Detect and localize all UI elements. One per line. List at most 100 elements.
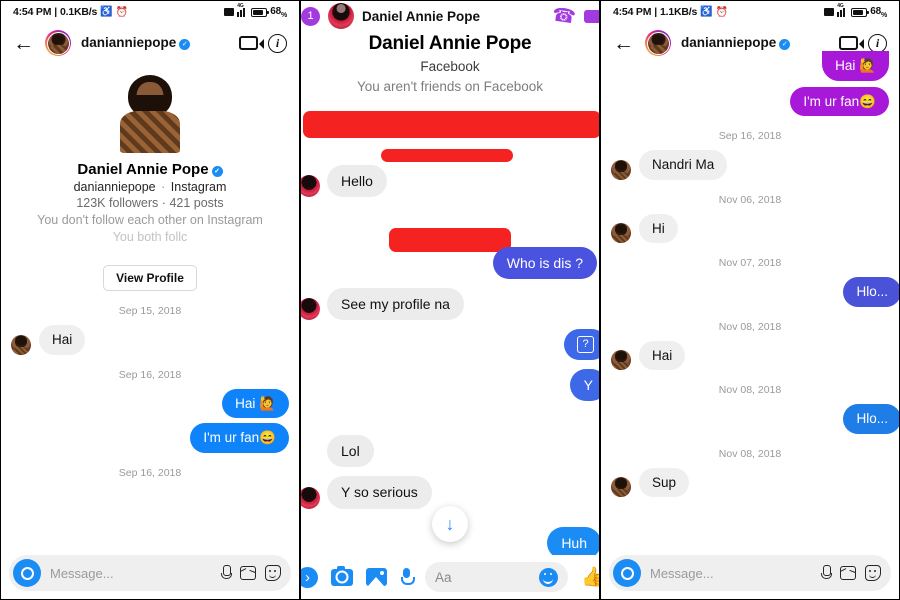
message-row: See my profile na bbox=[301, 288, 589, 321]
gallery-icon[interactable] bbox=[240, 566, 256, 580]
info-icon[interactable]: i bbox=[268, 33, 287, 53]
panel-instagram-profile: 4:54 PM | 0.1KB/s ♿ ⏰ 4G 68% ← daniannie… bbox=[0, 0, 300, 600]
message-bubble-incoming[interactable]: Hi bbox=[639, 213, 678, 244]
date-separator: Sep 15, 2018 bbox=[118, 305, 182, 318]
header-username[interactable]: danianniepope ✓ bbox=[81, 34, 191, 52]
profile-summary: Daniel Annie Pope ✓ danianniepope · Insta… bbox=[1, 63, 299, 292]
alarm-icon: ⏰ bbox=[715, 6, 728, 18]
date-separator: Nov 07, 2018 bbox=[718, 257, 782, 270]
scroll-to-bottom-arrow-icon[interactable]: ↓ bbox=[432, 506, 468, 542]
info-icon[interactable]: i bbox=[868, 33, 887, 53]
message-list: Sep 15, 2018 Hai Sep 16, 2018 Hai 🙋 I'm … bbox=[1, 305, 299, 479]
battery-icon bbox=[251, 7, 270, 17]
message-bubble-outgoing[interactable]: Hai 🙋 bbox=[222, 388, 289, 419]
message-bubble-incoming[interactable]: Hai bbox=[639, 340, 686, 371]
emoji-smiley-icon[interactable] bbox=[539, 567, 559, 587]
message-row: Nandri Ma bbox=[611, 150, 889, 180]
message-bubble-incoming[interactable]: Hello bbox=[327, 165, 387, 198]
date-separator: Nov 06, 2018 bbox=[718, 193, 782, 206]
panel-messenger-conversation: 1 Daniel Annie Pope ☎ Daniel Annie Pope … bbox=[300, 0, 600, 600]
status-time: 4:54 PM bbox=[613, 6, 652, 18]
date-separator: Nov 08, 2018 bbox=[718, 384, 782, 397]
date-separator: Nov 08, 2018 bbox=[718, 320, 782, 333]
message-list: Hai 🙋 I'm ur fan😄 Sep 16, 2018 Nandri Ma… bbox=[601, 51, 899, 502]
message-bubble-outgoing[interactable]: Who is dis ? bbox=[492, 247, 597, 280]
battery-icon bbox=[851, 7, 870, 17]
gallery-icon[interactable] bbox=[366, 568, 387, 586]
message-composer: › Aa 👍 bbox=[301, 555, 599, 599]
message-input[interactable]: Message... bbox=[650, 566, 811, 581]
avatar bbox=[11, 334, 31, 355]
phone-call-icon[interactable]: ☎ bbox=[551, 3, 578, 29]
message-bubble-outgoing[interactable]: Hlo... bbox=[843, 277, 899, 307]
avatar bbox=[611, 477, 631, 498]
message-row: I'm ur fan😄 bbox=[11, 423, 289, 453]
sim-card-icon bbox=[824, 8, 835, 16]
camera-icon[interactable] bbox=[331, 565, 353, 586]
view-profile-button[interactable]: View Profile bbox=[103, 265, 197, 292]
contact-profile-summary: Daniel Annie Pope Facebook You aren't fr… bbox=[301, 31, 599, 94]
add-icon[interactable]: › bbox=[301, 566, 318, 588]
message-bubble-incoming[interactable]: Y so serious bbox=[327, 476, 432, 509]
message-bubble-outgoing[interactable]: Huh bbox=[547, 526, 599, 559]
status-time: 4:54 PM bbox=[13, 6, 52, 18]
chat-header: ← danianniepope ✓ i bbox=[1, 23, 299, 63]
three-panel-screenshot: 4:54 PM | 0.1KB/s ♿ ⏰ 4G 68% ← daniannie… bbox=[0, 0, 900, 600]
header-username[interactable]: danianniepope ✓ bbox=[681, 34, 791, 52]
alarm-icon: ⏰ bbox=[115, 6, 128, 18]
header-contact-name[interactable]: Daniel Annie Pope bbox=[362, 9, 480, 24]
header-avatar[interactable] bbox=[45, 30, 71, 56]
mute-icon: ♿ bbox=[100, 6, 113, 17]
message-bubble-incoming[interactable]: Nandri Ma bbox=[639, 150, 728, 180]
message-composer: Message... bbox=[1, 553, 299, 599]
message-input[interactable]: Aa bbox=[425, 562, 569, 592]
message-bubble-incoming[interactable]: Sup bbox=[639, 467, 690, 498]
message-row: Hai bbox=[611, 340, 889, 371]
battery-percent: 68% bbox=[270, 5, 287, 19]
camera-icon[interactable] bbox=[613, 559, 641, 587]
verified-badge-icon: ✓ bbox=[779, 39, 791, 50]
thumbs-up-icon[interactable]: 👍 bbox=[581, 565, 599, 589]
message-input[interactable]: Message... bbox=[50, 566, 211, 581]
message-row: Hello bbox=[301, 165, 589, 198]
message-row: Hi bbox=[611, 213, 889, 244]
avatar bbox=[611, 159, 631, 180]
signal-bars-icon: 4G bbox=[837, 3, 848, 17]
panel-instagram-conversation: 4:54 PM | 1.1KB/s ♿ ⏰ 4G 68% ← daniannie… bbox=[600, 0, 900, 600]
mute-icon: ♿ bbox=[700, 6, 713, 17]
profile-follow-note: You don't follow each other on Instagram bbox=[37, 213, 263, 227]
message-row: Y so serious bbox=[301, 476, 589, 509]
avatar bbox=[301, 486, 320, 509]
message-bubble-outgoing-icon[interactable]: ? bbox=[564, 329, 599, 361]
message-row: Y bbox=[311, 369, 599, 402]
back-arrow-icon[interactable]: ← bbox=[13, 33, 35, 54]
microphone-icon[interactable] bbox=[400, 568, 415, 586]
message-bubble-incoming[interactable]: Hai bbox=[39, 325, 86, 355]
gallery-icon[interactable] bbox=[840, 566, 856, 580]
message-bubble-outgoing[interactable]: Y bbox=[569, 369, 599, 402]
date-separator: Sep 16, 2018 bbox=[718, 130, 782, 143]
profile-handle-platform: danianniepope · Instagram bbox=[73, 180, 227, 194]
message-bubble-incoming[interactable]: See my profile na bbox=[327, 288, 464, 321]
message-bubble-outgoing[interactable]: I'm ur fan😄 bbox=[190, 423, 289, 453]
message-input-placeholder: Aa bbox=[435, 569, 452, 585]
avatar bbox=[611, 223, 631, 244]
sticker-icon[interactable] bbox=[265, 565, 281, 581]
status-separator: | bbox=[54, 6, 58, 18]
video-call-icon[interactable] bbox=[584, 9, 599, 23]
microphone-icon[interactable] bbox=[820, 565, 832, 581]
message-bubble-outgoing[interactable]: Hai 🙋 bbox=[822, 51, 889, 81]
camera-icon[interactable] bbox=[13, 559, 41, 587]
header-avatar[interactable] bbox=[328, 3, 354, 29]
date-separator: Nov 08, 2018 bbox=[718, 447, 782, 460]
message-row: Lol bbox=[311, 435, 589, 468]
message-bubble-outgoing[interactable]: I'm ur fan😄 bbox=[790, 86, 889, 117]
contact-platform: Facebook bbox=[420, 59, 480, 74]
verified-badge-icon: ✓ bbox=[211, 166, 223, 177]
message-bubble-outgoing[interactable]: Hlo... bbox=[843, 404, 899, 434]
video-call-icon[interactable] bbox=[239, 36, 264, 50]
video-call-icon[interactable] bbox=[839, 36, 864, 50]
microphone-icon[interactable] bbox=[220, 565, 232, 581]
message-bubble-incoming[interactable]: Lol bbox=[327, 435, 374, 468]
sticker-icon[interactable] bbox=[865, 565, 881, 581]
